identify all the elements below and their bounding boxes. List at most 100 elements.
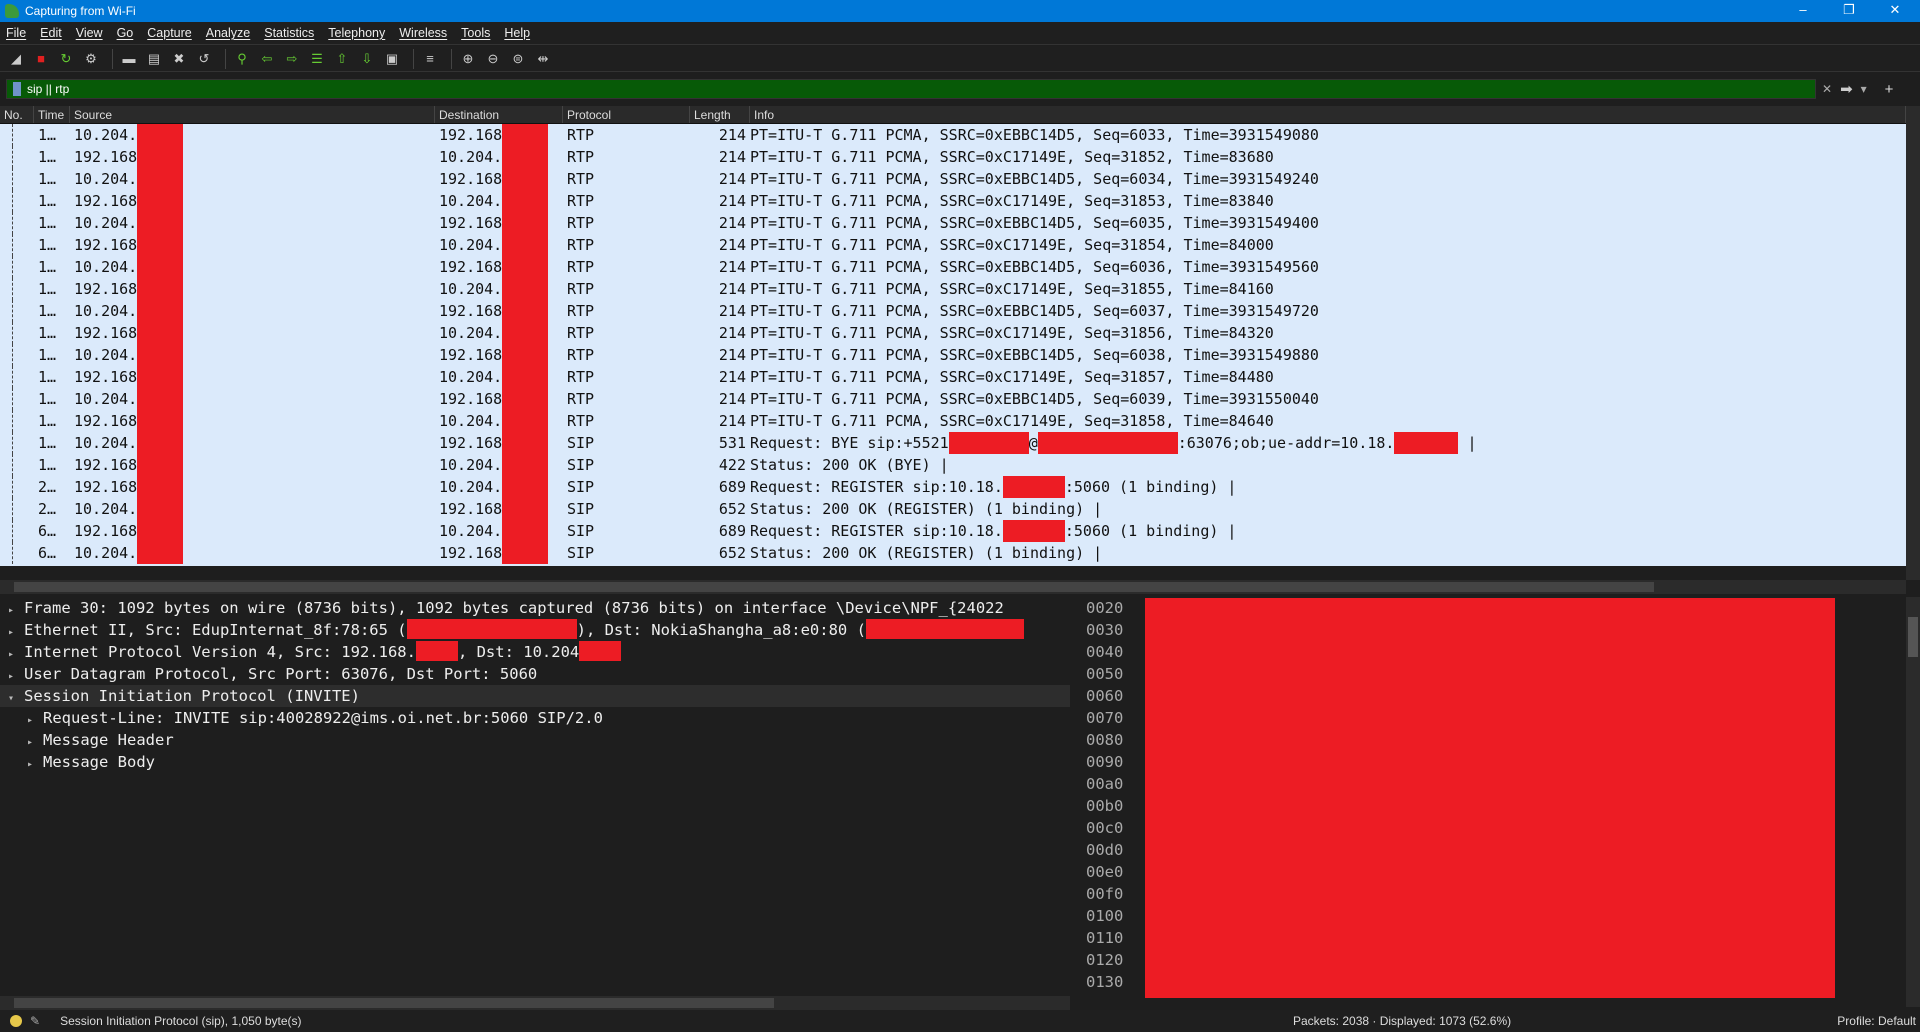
zoom-out-icon[interactable]: ⊖: [483, 49, 503, 69]
menu-wireless[interactable]: Wireless: [399, 26, 447, 40]
packet-row[interactable]: 1… 192.168 10.204. RTP 214 PT=ITU-T G.711 PCM…: [0, 234, 1906, 256]
reload-icon[interactable]: ↺: [194, 49, 214, 69]
menu-go[interactable]: Go: [117, 26, 134, 40]
column-header-no[interactable]: No.: [0, 106, 34, 123]
source-text: 10.204.: [74, 126, 138, 144]
restart-capture-icon[interactable]: ↻: [56, 49, 76, 69]
normal-size-icon[interactable]: ⊜: [508, 49, 528, 69]
apply-filter-icon[interactable]: ➡: [1840, 80, 1853, 98]
packet-row[interactable]: 6… 192.168 10.204. SIP 689 Request: REGISTER …: [0, 520, 1906, 542]
expand-right-icon[interactable]: ▸: [27, 732, 43, 751]
packet-row[interactable]: 6… 10.204. 192.168 SIP 652 Status: 200 OK (RE…: [0, 542, 1906, 564]
status-profile[interactable]: Profile: Default: [1837, 1014, 1916, 1028]
detail-tree-item[interactable]: ▸ Frame 30: 1092 bytes on wire (8736 bits…: [0, 597, 1070, 619]
expert-info-icon[interactable]: [10, 1015, 22, 1027]
packet-time: 2…: [38, 478, 57, 496]
save-file-icon[interactable]: ▤: [144, 49, 164, 69]
packet-list-horizontal-scrollbar[interactable]: [0, 580, 1906, 594]
colorize-icon[interactable]: ≡: [420, 49, 440, 69]
go-forward-icon[interactable]: ⇨: [282, 49, 302, 69]
packet-length: 214: [718, 368, 746, 386]
packet-row[interactable]: 1… 192.168 10.204. RTP 214 PT=ITU-T G.711 PCM…: [0, 366, 1906, 388]
column-header-length[interactable]: Length: [690, 106, 750, 123]
capture-options-icon[interactable]: ⚙: [81, 49, 101, 69]
maximize-button[interactable]: ❐: [1826, 0, 1872, 22]
packet-row[interactable]: 1… 10.204. 192.168 RTP 214 PT=ITU-T G.711 PCM…: [0, 300, 1906, 322]
redacted-block: [502, 388, 549, 410]
packet-row[interactable]: 1… 192.168 10.204. RTP 214 PT=ITU-T G.711 PCM…: [0, 146, 1906, 168]
column-header-source[interactable]: Source: [70, 106, 435, 123]
packet-row[interactable]: 1… 10.204. 192.168 RTP 214 PT=ITU-T G.711 PCM…: [0, 388, 1906, 410]
last-packet-icon[interactable]: ⇩: [357, 49, 377, 69]
packet-row[interactable]: 1… 10.204. 192.168 RTP 214 PT=ITU-T G.711 PCM…: [0, 256, 1906, 278]
find-packet-icon[interactable]: ⚲: [232, 49, 252, 69]
packet-info: Status: 200 OK (BYE) |: [750, 454, 1906, 476]
column-header-protocol[interactable]: Protocol: [563, 106, 690, 123]
details-horizontal-scrollbar[interactable]: [0, 996, 1070, 1010]
packet-list-vertical-scrollbar[interactable]: [1906, 106, 1920, 580]
detail-tree-item[interactable]: ▸ Message Body: [0, 751, 1070, 773]
resize-columns-icon[interactable]: ⇹: [533, 49, 553, 69]
menu-help[interactable]: Help: [504, 26, 530, 40]
expand-right-icon[interactable]: ▸: [27, 710, 43, 729]
expand-right-icon[interactable]: ▸: [8, 644, 24, 663]
packet-row[interactable]: 1… 10.204. 192.168 RTP 214 PT=ITU-T G.711 PCM…: [0, 212, 1906, 234]
expand-down-icon[interactable]: ▾: [8, 688, 24, 707]
detail-tree-item[interactable]: ▾ Session Initiation Protocol (INVITE): [0, 685, 1070, 707]
add-filter-button-icon[interactable]: +: [1885, 81, 1894, 98]
minimize-button[interactable]: –: [1780, 0, 1826, 22]
packet-row[interactable]: 1… 10.204. 192.168 RTP 214 PT=ITU-T G.711 PCM…: [0, 344, 1906, 366]
detail-tree-item[interactable]: ▸ Message Header: [0, 729, 1070, 751]
packet-row[interactable]: 1… 10.204. 192.168 RTP 214 PT=ITU-T G.711 PCM…: [0, 168, 1906, 190]
start-capture-icon[interactable]: ◢: [6, 49, 26, 69]
stop-capture-icon[interactable]: ■: [31, 49, 51, 69]
filter-dropdown-icon[interactable]: ▾: [1861, 82, 1867, 96]
menu-telephony[interactable]: Telephony: [328, 26, 385, 40]
open-file-icon[interactable]: ▬: [119, 49, 139, 69]
expand-right-icon[interactable]: ▸: [8, 622, 24, 641]
menu-analyze[interactable]: Analyze: [206, 26, 250, 40]
packet-row[interactable]: 1… 192.168 10.204. RTP 214 PT=ITU-T G.711 PCM…: [0, 190, 1906, 212]
column-header-time[interactable]: Time: [34, 106, 70, 123]
capture-comment-icon[interactable]: ✎: [30, 1014, 40, 1028]
packet-row[interactable]: 1… 10.204. 192.168 RTP 214 PT=ITU-T G.711 PCM…: [0, 124, 1906, 146]
go-to-packet-icon[interactable]: ☰: [307, 49, 327, 69]
bookmark-icon[interactable]: [13, 82, 21, 96]
menu-edit[interactable]: Edit: [40, 26, 62, 40]
detail-tree-item[interactable]: ▸ User Datagram Protocol, Src Port: 63076…: [0, 663, 1070, 685]
menu-view[interactable]: View: [76, 26, 103, 40]
menu-capture[interactable]: Capture: [147, 26, 191, 40]
detail-tree-item[interactable]: ▸ Request-Line: INVITE sip:40028922@ims.o…: [0, 707, 1070, 729]
detail-tree-item[interactable]: ▸ Internet Protocol Version 4, Src: 192.1…: [0, 641, 1070, 663]
destination-text: 192.168: [439, 126, 503, 144]
packet-row[interactable]: 1… 192.168 10.204. RTP 214 PT=ITU-T G.711 PCM…: [0, 322, 1906, 344]
packet-row[interactable]: 2… 192.168 10.204. SIP 689 Request: REGISTER …: [0, 476, 1906, 498]
column-header-info[interactable]: Info: [750, 106, 1906, 123]
menu-file[interactable]: File: [6, 26, 26, 40]
packet-row[interactable]: 1… 192.168 10.204. RTP 214 PT=ITU-T G.711 PCM…: [0, 278, 1906, 300]
zoom-in-icon[interactable]: ⊕: [458, 49, 478, 69]
close-button[interactable]: ✕: [1872, 0, 1918, 22]
packet-row[interactable]: 1… 192.168 10.204. SIP 422 Status: 200 OK (BY…: [0, 454, 1906, 476]
packet-length: 531: [718, 434, 746, 452]
autoscroll-icon[interactable]: ▣: [382, 49, 402, 69]
expand-right-icon[interactable]: ▸: [8, 666, 24, 685]
clear-filter-icon[interactable]: ✕: [1822, 82, 1832, 96]
packet-row[interactable]: 2… 10.204. 192.168 SIP 652 Status: 200 OK (RE…: [0, 498, 1906, 520]
packet-protocol: RTP: [567, 148, 595, 166]
column-header-destination[interactable]: Destination: [435, 106, 563, 123]
menu-tools[interactable]: Tools: [461, 26, 490, 40]
packet-row[interactable]: 1… 10.204. 192.168 SIP 531 Request: BYE sip:+…: [0, 432, 1906, 454]
expand-right-icon[interactable]: ▸: [8, 600, 24, 619]
packet-info: Request: BYE sip:+5521 @:63076;ob;ue-addr…: [750, 432, 1477, 454]
display-filter-input[interactable]: sip || rtp: [6, 79, 1816, 99]
close-file-icon[interactable]: ✖: [169, 49, 189, 69]
expand-right-icon[interactable]: ▸: [27, 754, 43, 773]
first-packet-icon[interactable]: ⇧: [332, 49, 352, 69]
menu-statistics[interactable]: Statistics: [264, 26, 314, 40]
packet-row[interactable]: 1… 192.168 10.204. RTP 214 PT=ITU-T G.711 PCM…: [0, 410, 1906, 432]
packet-destination: 192.168: [435, 300, 563, 322]
detail-tree-item[interactable]: ▸ Ethernet II, Src: EdupInternat_8f:78:65…: [0, 619, 1070, 641]
go-back-icon[interactable]: ⇦: [257, 49, 277, 69]
bytes-vertical-scrollbar[interactable]: [1906, 597, 1920, 1007]
